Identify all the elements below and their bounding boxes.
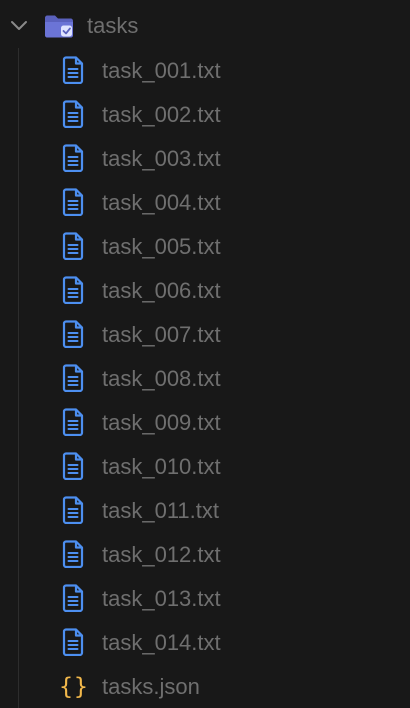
text-file-icon bbox=[62, 408, 86, 437]
file-name: task_002.txt bbox=[102, 102, 221, 127]
file-name: task_008.txt bbox=[102, 366, 221, 391]
file-row-task-011[interactable]: task_011.txt bbox=[0, 488, 410, 532]
file-name: task_007.txt bbox=[102, 322, 221, 347]
file-name: task_009.txt bbox=[102, 410, 221, 435]
file-name: task_014.txt bbox=[102, 630, 221, 655]
text-file-icon bbox=[62, 452, 86, 481]
file-row-task-001[interactable]: task_001.txt bbox=[0, 48, 410, 92]
text-file-icon bbox=[62, 364, 86, 393]
file-row-tasks-json[interactable]: {} tasks.json bbox=[0, 664, 410, 708]
file-row-task-008[interactable]: task_008.txt bbox=[0, 356, 410, 400]
file-name: task_011.txt bbox=[102, 498, 219, 523]
file-name: task_010.txt bbox=[102, 454, 221, 479]
file-name: task_013.txt bbox=[102, 586, 221, 611]
file-name: task_003.txt bbox=[102, 146, 221, 171]
file-explorer: tasks task_001.txt task_002.txt task_003… bbox=[0, 0, 410, 708]
text-file-icon bbox=[62, 584, 86, 613]
file-row-task-007[interactable]: task_007.txt bbox=[0, 312, 410, 356]
text-file-icon bbox=[62, 188, 86, 217]
file-name: task_005.txt bbox=[102, 234, 221, 259]
file-row-task-009[interactable]: task_009.txt bbox=[0, 400, 410, 444]
file-list: task_001.txt task_002.txt task_003.txt t… bbox=[0, 48, 410, 708]
file-row-task-012[interactable]: task_012.txt bbox=[0, 532, 410, 576]
folder-row-tasks[interactable]: tasks bbox=[0, 3, 410, 47]
text-file-icon bbox=[62, 276, 86, 305]
text-file-icon bbox=[62, 496, 86, 525]
file-row-task-003[interactable]: task_003.txt bbox=[0, 136, 410, 180]
folder-name: tasks bbox=[87, 13, 139, 38]
file-row-task-014[interactable]: task_014.txt bbox=[0, 620, 410, 664]
file-row-task-006[interactable]: task_006.txt bbox=[0, 268, 410, 312]
file-row-task-004[interactable]: task_004.txt bbox=[0, 180, 410, 224]
text-file-icon bbox=[62, 540, 86, 569]
file-name: task_012.txt bbox=[102, 542, 221, 567]
text-file-icon bbox=[62, 320, 86, 349]
chevron-down-icon[interactable] bbox=[8, 14, 30, 36]
text-file-icon bbox=[62, 56, 86, 85]
file-row-task-010[interactable]: task_010.txt bbox=[0, 444, 410, 488]
file-name: tasks.json bbox=[102, 674, 200, 699]
folder-check-icon bbox=[43, 13, 75, 39]
file-name: task_004.txt bbox=[102, 190, 221, 215]
text-file-icon bbox=[62, 232, 86, 261]
json-braces-icon: {} bbox=[59, 674, 89, 700]
file-name: task_001.txt bbox=[102, 58, 221, 83]
text-file-icon bbox=[62, 100, 86, 129]
file-name: task_006.txt bbox=[102, 278, 221, 303]
text-file-icon bbox=[62, 144, 86, 173]
text-file-icon bbox=[62, 628, 86, 657]
file-row-task-005[interactable]: task_005.txt bbox=[0, 224, 410, 268]
file-row-task-013[interactable]: task_013.txt bbox=[0, 576, 410, 620]
file-row-task-002[interactable]: task_002.txt bbox=[0, 92, 410, 136]
